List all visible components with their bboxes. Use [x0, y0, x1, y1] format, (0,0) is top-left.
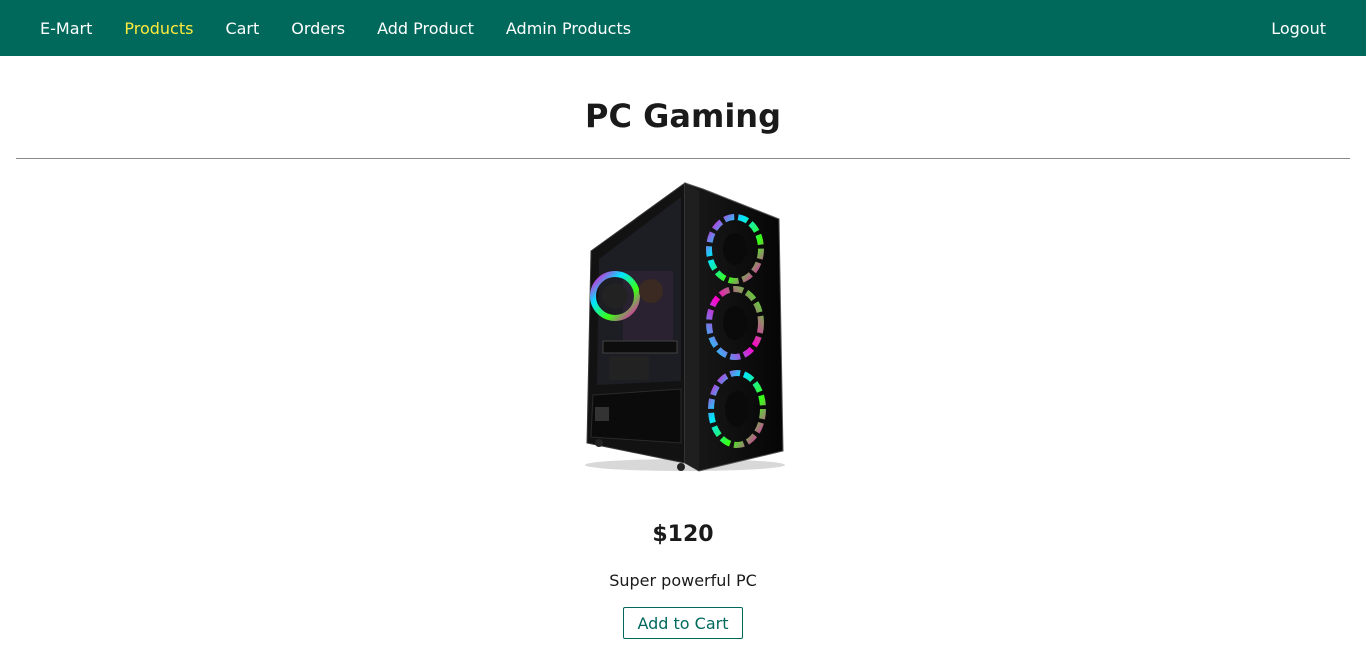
product-price: $120: [652, 522, 714, 547]
navbar: E-Mart Products Cart Orders Add Product …: [0, 0, 1366, 56]
product-title: PC Gaming: [585, 97, 781, 135]
add-to-cart-button[interactable]: Add to Cart: [623, 607, 743, 639]
nav-link-add-product[interactable]: Add Product: [361, 19, 490, 38]
logout-link[interactable]: Logout: [1255, 19, 1342, 38]
product-image: [585, 182, 785, 472]
nav-link-cart[interactable]: Cart: [209, 19, 275, 38]
main-content: PC Gaming $120 Super powerful PC Add to …: [0, 56, 1366, 639]
nav-brand-link[interactable]: E-Mart: [24, 19, 108, 38]
nav-link-products[interactable]: Products: [108, 19, 209, 38]
product-detail: $120 Super powerful PC Add to Cart: [16, 159, 1350, 639]
nav-link-admin-products[interactable]: Admin Products: [490, 19, 647, 38]
nav-link-orders[interactable]: Orders: [275, 19, 361, 38]
product-description: Super powerful PC: [609, 571, 757, 590]
